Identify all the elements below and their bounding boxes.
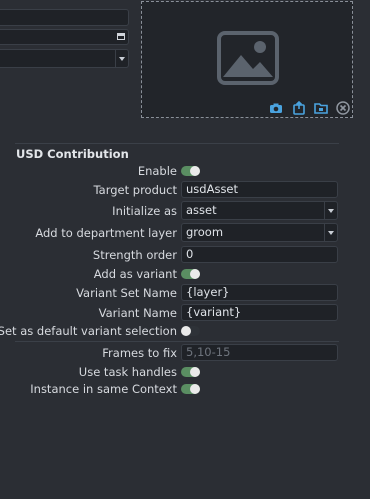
image-placeholder-icon <box>217 31 279 85</box>
top-combo-field[interactable] <box>0 49 129 68</box>
enable-toggle[interactable] <box>181 166 200 176</box>
variant-name-input[interactable]: {variant} <box>181 304 338 321</box>
instance-context-label: Instance in same Context <box>30 382 177 396</box>
variant-set-name-input[interactable]: {layer} <box>181 284 338 301</box>
camera-icon[interactable] <box>269 101 283 115</box>
instance-context-toggle[interactable] <box>181 384 200 394</box>
frames-to-fix-input[interactable]: 5,10-15 <box>181 344 338 361</box>
department-layer-label: Add to department layer <box>35 226 177 240</box>
add-as-variant-label: Add as variant <box>93 267 177 281</box>
initialize-as-select[interactable]: asset <box>181 201 338 220</box>
top-date-field[interactable] <box>0 29 129 45</box>
target-product-input[interactable]: usdAsset <box>181 181 338 198</box>
use-task-handles-toggle[interactable] <box>181 367 200 377</box>
strength-order-input[interactable]: 0 <box>181 246 338 263</box>
add-as-variant-toggle[interactable] <box>181 269 200 279</box>
enable-label: Enable <box>137 164 177 178</box>
department-layer-select[interactable]: groom <box>181 223 338 242</box>
chevron-down-icon[interactable] <box>324 202 337 219</box>
default-variant-label: Set as default variant selection <box>0 324 177 338</box>
paste-icon[interactable] <box>292 101 306 115</box>
initialize-as-label: Initialize as <box>112 204 177 218</box>
folder-icon[interactable] <box>314 101 328 115</box>
top-text-field[interactable] <box>0 9 129 26</box>
strength-order-label: Strength order <box>92 248 177 262</box>
thumbnail-drop-area[interactable] <box>141 1 353 118</box>
frames-to-fix-label: Frames to fix <box>102 346 177 360</box>
divider <box>15 341 339 342</box>
variant-set-name-label: Variant Set Name <box>76 286 177 300</box>
section-divider <box>15 143 339 144</box>
section-title: USD Contribution <box>16 147 129 161</box>
use-task-handles-label: Use task handles <box>78 365 177 379</box>
chevron-down-icon[interactable] <box>324 224 337 241</box>
variant-name-label: Variant Name <box>98 306 177 320</box>
chevron-down-icon[interactable] <box>115 50 128 67</box>
default-variant-toggle[interactable] <box>181 326 200 336</box>
calendar-icon[interactable] <box>117 33 125 40</box>
target-product-label: Target product <box>93 183 177 197</box>
clear-icon[interactable] <box>336 101 350 115</box>
